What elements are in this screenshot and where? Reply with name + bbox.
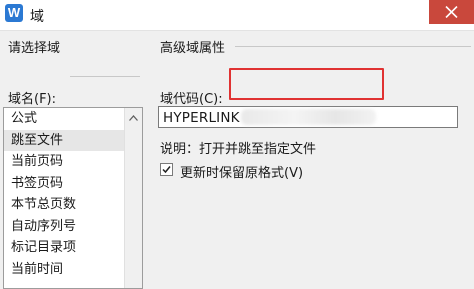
group-divider xyxy=(70,76,140,77)
preserve-format-label: 更新时保留原格式(V) xyxy=(180,166,304,181)
field-name-list[interactable]: 公式 跳至文件 当前页码 书签页码 本节总页数 自动序列号 标记目录项 当前时间 xyxy=(3,107,143,289)
field-list-item[interactable]: 本节总页数 xyxy=(4,194,142,216)
field-code-input[interactable]: HYPERLINK xyxy=(158,106,458,128)
field-name-label: 域名(F): xyxy=(8,92,57,107)
field-list-item[interactable]: 公式 xyxy=(4,108,142,130)
list-scrollbar[interactable] xyxy=(124,108,142,288)
advanced-properties-heading: 高级域属性 xyxy=(160,41,226,56)
close-button[interactable] xyxy=(429,0,474,24)
choose-field-group: 请选择域 域名(F): 公式 跳至文件 当前页码 书签页码 本节总页数 自动序列号 标记目录… xyxy=(0,30,146,289)
field-list-item[interactable]: 书签页码 xyxy=(4,173,142,195)
field-list-item[interactable]: 自动序列号 xyxy=(4,216,142,238)
choose-field-heading: 请选择域 xyxy=(8,41,61,56)
redacted-path xyxy=(241,109,376,125)
field-list-item[interactable]: 当前页码 xyxy=(4,151,142,173)
advanced-properties-group: 高级域属性 域代码(C): HYPERLINK 说明：打开并跳至指定文件 更新时… xyxy=(149,30,474,247)
scroll-up-arrow-icon[interactable] xyxy=(129,115,138,121)
preserve-format-checkbox[interactable] xyxy=(160,163,173,176)
field-code-value: HYPERLINK xyxy=(163,110,240,126)
title-bar: W 域 xyxy=(0,0,474,31)
annotation-highlight-box xyxy=(229,68,384,100)
field-code-label: 域代码(C): xyxy=(160,92,223,107)
group-divider xyxy=(235,46,471,47)
field-list-item[interactable]: 标记目录项 xyxy=(4,237,142,259)
window-title: 域 xyxy=(30,9,44,25)
field-list-item[interactable]: 当前时间 xyxy=(4,259,142,281)
close-icon xyxy=(445,6,458,18)
field-list-item[interactable]: 跳至文件 xyxy=(4,129,142,151)
checkmark-icon xyxy=(162,166,171,174)
field-description: 说明：打开并跳至指定文件 xyxy=(160,142,317,157)
field-list-items: 公式 跳至文件 当前页码 书签页码 本节总页数 自动序列号 标记目录项 当前时间 xyxy=(4,108,142,280)
wps-app-icon: W xyxy=(5,4,23,22)
